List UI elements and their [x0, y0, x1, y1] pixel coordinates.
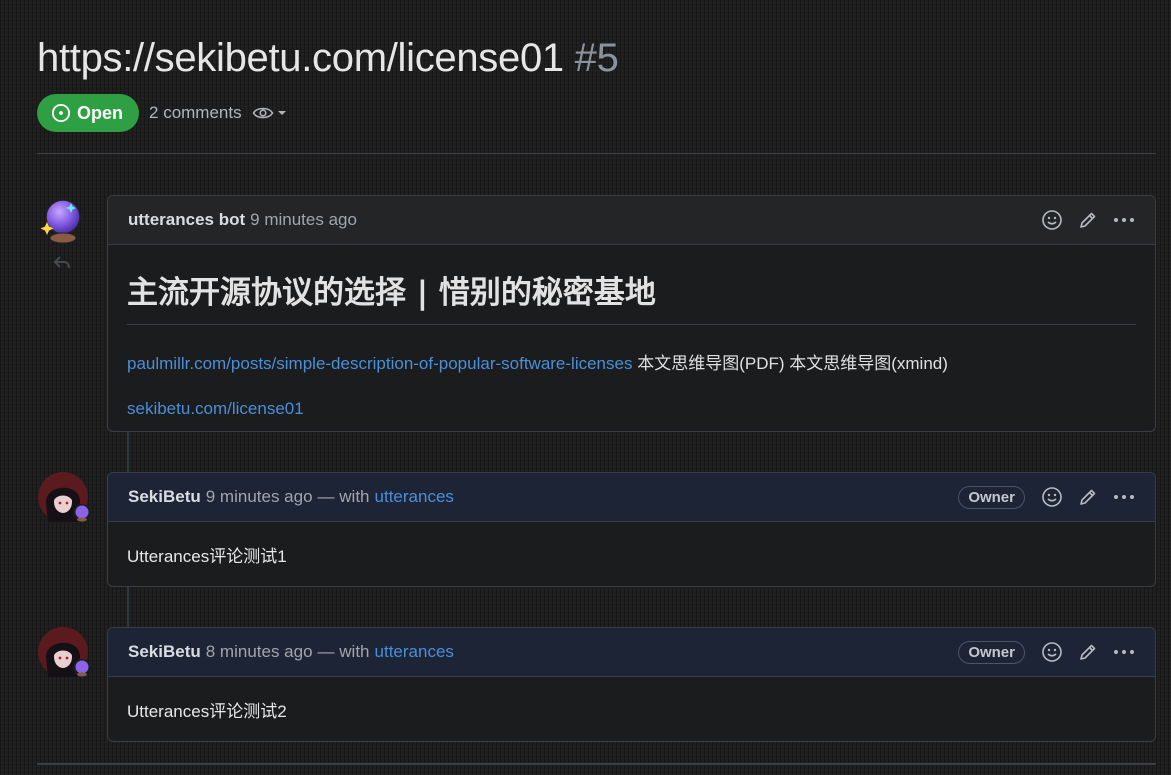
edit-button[interactable]: [1077, 641, 1099, 663]
more-options-button[interactable]: [1113, 209, 1135, 231]
timeline-connector: [127, 432, 129, 472]
comment-header: SekiBetu 8 minutes ago — with utterances…: [108, 628, 1155, 677]
reaction-button[interactable]: [1041, 209, 1063, 231]
smiley-icon: [1042, 210, 1062, 230]
footer-divider: [37, 763, 1156, 765]
comment-card: SekiBetu 9 minutes ago — with utterances…: [107, 472, 1156, 587]
with-label: — with: [317, 487, 370, 506]
reaction-button[interactable]: [1041, 486, 1063, 508]
comment-time[interactable]: 8 minutes ago: [206, 642, 313, 662]
comment-time[interactable]: 9 minutes ago: [206, 487, 313, 507]
mindmap-text: 本文思维导图(PDF) 本文思维导图(xmind): [632, 354, 948, 373]
owner-badge: Owner: [958, 485, 1025, 509]
user-avatar-icon: [38, 472, 91, 522]
comment-actions: Owner: [958, 485, 1135, 509]
comment-header: SekiBetu 9 minutes ago — with utterances…: [108, 473, 1155, 522]
comment-header: utterances bot 9 minutes ago: [108, 196, 1155, 245]
header-divider: [37, 153, 1156, 154]
comment-body: 主流开源协议的选择 | 惜别的秘密基地 paulmillr.com/posts/…: [108, 267, 1155, 419]
timeline-connector: [127, 587, 129, 627]
avatar-utterances-bot[interactable]: [38, 195, 88, 245]
comment-count: 2 comments: [149, 103, 242, 122]
more-options-button[interactable]: [1113, 641, 1135, 663]
reply-icon: [53, 256, 70, 269]
comment-actions: Owner: [958, 640, 1135, 664]
license-link[interactable]: paulmillr.com/posts/simple-description-o…: [127, 354, 632, 373]
utterances-link[interactable]: utterances: [375, 642, 454, 662]
issue-title-text: https://sekibetu.com/license01: [37, 36, 564, 80]
edit-button[interactable]: [1077, 209, 1099, 231]
smiley-icon: [1042, 642, 1062, 662]
reaction-button[interactable]: [1041, 641, 1063, 663]
comment-actions: [1041, 209, 1135, 231]
pencil-icon: [1080, 212, 1096, 228]
kebab-horizontal-icon: [1114, 218, 1134, 222]
body-paragraph: paulmillr.com/posts/simple-description-o…: [127, 349, 1136, 374]
comment-card: utterances bot 9 minutes ago 主流开源协议的选择 |…: [107, 195, 1156, 432]
avatar-sekibetu[interactable]: [38, 627, 91, 677]
comment-time[interactable]: 9 minutes ago: [250, 210, 357, 230]
body-paragraph: sekibetu.com/license01: [127, 399, 1136, 419]
page-link[interactable]: sekibetu.com/license01: [127, 399, 304, 418]
comment-body: Utterances评论测试2: [127, 702, 287, 721]
issue-title: https://sekibetu.com/license01 #5: [37, 36, 619, 81]
smiley-icon: [1042, 487, 1062, 507]
more-options-button[interactable]: [1113, 486, 1135, 508]
kebab-horizontal-icon: [1114, 495, 1134, 499]
issue-number: #5: [574, 36, 619, 80]
user-avatar-icon: [38, 627, 91, 677]
comment-body: Utterances评论测试1: [127, 547, 287, 566]
crystal-ball-icon: [40, 199, 81, 244]
utterances-link[interactable]: utterances: [375, 487, 454, 507]
comment-author[interactable]: SekiBetu: [128, 642, 201, 662]
issue-opened-icon: [51, 103, 71, 123]
edit-button[interactable]: [1077, 486, 1099, 508]
owner-badge: Owner: [958, 640, 1025, 664]
watch-dropdown[interactable]: [252, 105, 288, 121]
post-title: 主流开源协议的选择 | 惜别的秘密基地: [127, 267, 1136, 325]
pencil-icon: [1080, 489, 1096, 505]
issue-meta: Open 2 comments: [37, 94, 288, 132]
comment-author[interactable]: SekiBetu: [128, 487, 201, 507]
kebab-horizontal-icon: [1114, 650, 1134, 654]
comment-card: SekiBetu 8 minutes ago — with utterances…: [107, 627, 1156, 742]
eye-icon: [252, 107, 274, 119]
comment-author[interactable]: utterances bot: [128, 210, 245, 230]
avatar-sekibetu[interactable]: [38, 472, 91, 522]
with-label: — with: [317, 642, 370, 661]
state-badge: Open: [37, 94, 140, 132]
caret-down-icon: [277, 111, 286, 115]
pencil-icon: [1080, 644, 1096, 660]
state-label: Open: [77, 102, 124, 123]
